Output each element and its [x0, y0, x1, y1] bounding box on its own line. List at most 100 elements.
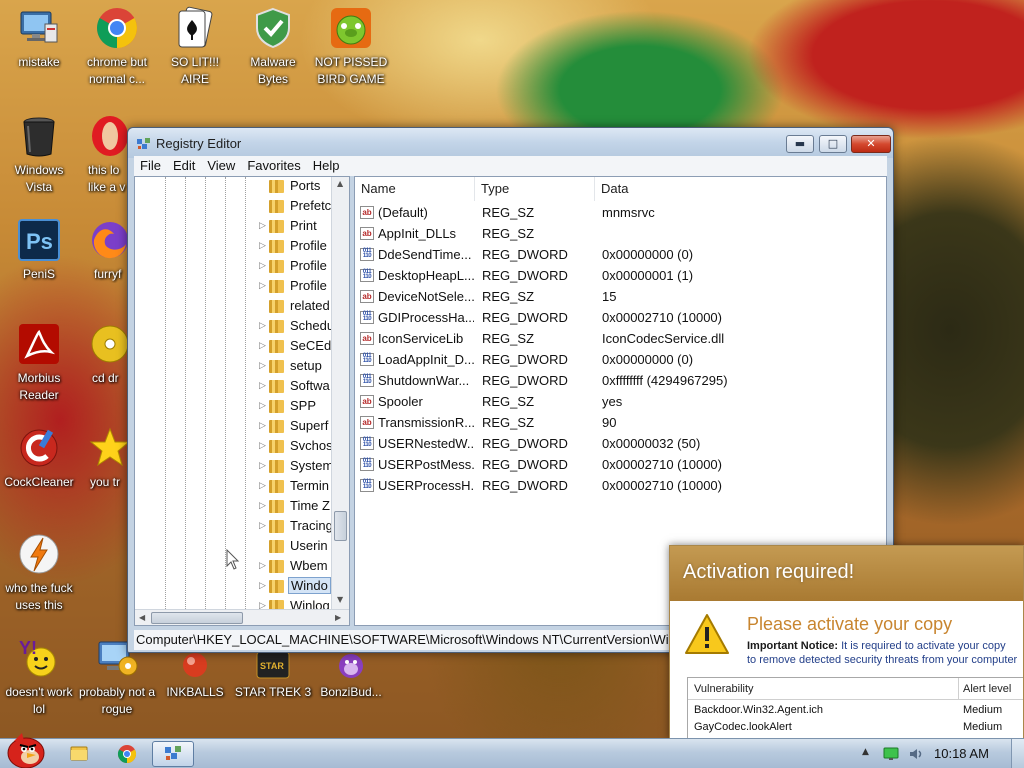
registry-value-row[interactable]: 011 110 ShutdownWar... REG_DWORD 0xffffffff … — [355, 370, 885, 391]
expand-arrow-icon[interactable]: ▷ — [259, 440, 266, 451]
column-header-vulnerability[interactable]: Vulnerability — [694, 678, 754, 700]
menu-file[interactable]: File — [134, 156, 167, 175]
menu-view[interactable]: View — [201, 156, 241, 175]
maximize-button[interactable]: □ — [819, 135, 847, 153]
registry-value-row[interactable]: ab (Default) REG_SZ mnmsrvc — [355, 202, 885, 223]
tree-node[interactable]: ▷ Termin — [259, 477, 339, 497]
desktop-icon-doesnt-work-lol[interactable]: Y! doesn't work lol — [0, 636, 78, 718]
tree-node[interactable]: ▷ SeCEd — [259, 337, 339, 357]
table-row[interactable]: GayCodec.lookAlert Medium — [688, 719, 1023, 736]
tree-node[interactable]: ▷ Wbem — [259, 557, 339, 577]
tree-node[interactable]: ▷ setup — [259, 357, 339, 377]
expand-arrow-icon[interactable]: ▷ — [259, 460, 266, 471]
expand-arrow-icon[interactable]: ▷ — [259, 380, 266, 391]
registry-value-row[interactable]: ab TransmissionR... REG_SZ 90 — [355, 412, 885, 433]
desktop-icon-furryf[interactable]: furryf — [78, 218, 130, 283]
show-desktop-button[interactable] — [1011, 739, 1024, 768]
tree-horizontal-scrollbar[interactable]: ◀ ▶ — [135, 609, 349, 625]
expand-arrow-icon[interactable]: ▷ — [259, 420, 266, 431]
expand-arrow-icon[interactable]: ▷ — [259, 340, 266, 351]
expand-arrow-icon[interactable]: ▷ — [259, 280, 266, 291]
expand-arrow-icon[interactable]: ▷ — [259, 500, 266, 511]
expand-arrow-icon[interactable]: ▷ — [259, 560, 266, 571]
registry-value-row[interactable]: 011 110 LoadAppInit_D... REG_DWORD 0x0000000… — [355, 349, 885, 370]
registry-value-row[interactable]: ab AppInit_DLLs REG_SZ — [355, 223, 885, 244]
desktop-icon-cd-drive[interactable]: cd dr — [78, 322, 128, 387]
expand-arrow-icon[interactable]: ▷ — [259, 220, 266, 231]
tree-node[interactable]: Userin — [259, 537, 339, 557]
desktop-icon-cockcleaner[interactable]: CockCleaner — [0, 426, 78, 491]
desktop-icon-this-lo[interactable]: this lo like a v — [78, 114, 132, 196]
start-button[interactable] — [2, 731, 48, 768]
taskbar-chrome-button[interactable] — [110, 741, 144, 767]
desktop-icon-chrome[interactable]: chrome but normal c... — [78, 6, 156, 88]
registry-value-row[interactable]: ab Spooler REG_SZ yes — [355, 391, 885, 412]
scroll-thumb[interactable] — [334, 511, 347, 541]
registry-value-row[interactable]: 011 110 USERNestedW... REG_DWORD 0x00000032 … — [355, 433, 885, 454]
tree-node[interactable]: Prefetc — [259, 197, 339, 217]
desktop-icon-star-trek-3[interactable]: STAR STAR TREK 3 — [234, 650, 312, 701]
column-header-type[interactable]: Type — [475, 177, 595, 201]
taskbar-registry-editor-button[interactable] — [152, 741, 194, 767]
desktop-icon-penis[interactable]: Ps PeniS — [0, 218, 78, 283]
system-clock[interactable]: 10:18 AM — [934, 746, 989, 761]
activation-popup[interactable]: Activation required! Please activate you… — [669, 545, 1024, 740]
desktop-icon-inkballs[interactable]: INKBALLS — [156, 650, 234, 701]
title-bar[interactable]: Registry Editor ▬ □ ✕ — [128, 128, 893, 158]
column-header-alert-level[interactable]: Alert level — [958, 678, 1011, 700]
registry-value-row[interactable]: ab IconServiceLib REG_SZ IconCodecService.d… — [355, 328, 885, 349]
desktop-icon-you-tr[interactable]: you tr — [78, 426, 130, 491]
tree-node[interactable]: related — [259, 297, 339, 317]
menu-edit[interactable]: Edit — [167, 156, 201, 175]
tree-node[interactable]: ▷ Tracing — [259, 517, 339, 537]
scroll-up-icon[interactable]: ▲ — [337, 179, 343, 188]
desktop-icon-not-pissed-bird-game[interactable]: NOT PISSED BIRD GAME — [312, 6, 390, 88]
desktop-icon-windows-vista[interactable]: Windows Vista — [0, 114, 78, 196]
tree-node[interactable]: ▷ Windo — [259, 577, 339, 597]
tree-vertical-scrollbar[interactable]: ▲ ▼ — [331, 177, 349, 609]
tree-node[interactable]: ▷ Profile — [259, 237, 339, 257]
tree-node[interactable]: ▷ Print — [259, 217, 339, 237]
close-button[interactable]: ✕ — [851, 135, 891, 153]
desktop-icon-mistake[interactable]: mistake — [0, 6, 78, 71]
network-icon[interactable] — [883, 747, 899, 764]
tree-node[interactable]: ▷ Profile — [259, 277, 339, 297]
expand-arrow-icon[interactable]: ▷ — [259, 360, 266, 371]
desktop-icon-malware-bytes[interactable]: Malware Bytes — [234, 6, 312, 88]
menu-favorites[interactable]: Favorites — [241, 156, 306, 175]
tree-node[interactable]: ▷ System — [259, 457, 339, 477]
column-header-data[interactable]: Data — [595, 177, 885, 201]
expand-arrow-icon[interactable]: ▷ — [259, 480, 266, 491]
scroll-thumb[interactable] — [151, 612, 243, 624]
column-header-name[interactable]: Name — [355, 177, 475, 201]
menu-help[interactable]: Help — [307, 156, 346, 175]
scroll-right-icon[interactable]: ▶ — [335, 613, 341, 622]
tree-node[interactable]: ▷ Superf — [259, 417, 339, 437]
registry-value-row[interactable]: ab DeviceNotSele... REG_SZ 15 — [355, 286, 885, 307]
scroll-down-icon[interactable]: ▼ — [337, 595, 343, 604]
tree-node[interactable]: ▷ Schedu — [259, 317, 339, 337]
expand-arrow-icon[interactable]: ▷ — [259, 320, 266, 331]
registry-value-row[interactable]: 011 110 DdeSendTime... REG_DWORD 0x00000000 … — [355, 244, 885, 265]
scroll-left-icon[interactable]: ◀ — [139, 613, 145, 622]
tree-node[interactable]: Ports — [259, 177, 339, 197]
tree-node[interactable]: ▷ Profile — [259, 257, 339, 277]
desktop-icon-so-lit-aire[interactable]: SO LIT!!! AIRE — [156, 6, 234, 88]
table-row[interactable]: Backdoor.Win32.Agent.ich Medium — [688, 702, 1023, 719]
registry-value-row[interactable]: 011 110 DesktopHeapL... REG_DWORD 0x00000001… — [355, 265, 885, 286]
desktop-icon-bonzibuddy[interactable]: BonziBud... — [312, 650, 390, 701]
tree-node[interactable]: ▷ SPP — [259, 397, 339, 417]
expand-arrow-icon[interactable]: ▷ — [259, 240, 266, 251]
tree-node[interactable]: ▷ Time Z — [259, 497, 339, 517]
registry-value-row[interactable]: 011 110 GDIProcessHa... REG_DWORD 0x00002710… — [355, 307, 885, 328]
expand-arrow-icon[interactable]: ▷ — [259, 260, 266, 271]
volume-icon[interactable] — [908, 747, 924, 764]
expand-arrow-icon[interactable]: ▷ — [259, 400, 266, 411]
expand-arrow-icon[interactable]: ▷ — [259, 580, 266, 591]
activation-title-bar[interactable]: Activation required! — [670, 546, 1023, 601]
taskbar-explorer-button[interactable] — [62, 741, 96, 767]
minimize-button[interactable]: ▬ — [786, 135, 814, 153]
registry-tree-pane[interactable]: Ports Prefetc ▷ Print ▷ Profile ▷ Profile ▷ Profi… — [134, 176, 350, 626]
expand-arrow-icon[interactable]: ▷ — [259, 520, 266, 531]
desktop-icon-who-the-fuck-uses-this[interactable]: who the fuck uses this — [0, 532, 78, 614]
